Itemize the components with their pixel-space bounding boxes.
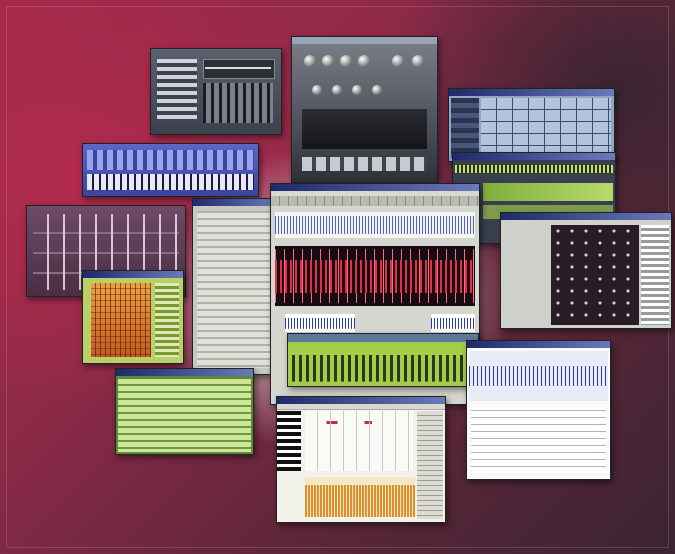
step-grid <box>91 283 151 357</box>
note-grid <box>305 411 413 471</box>
pattern-grid-window[interactable] <box>448 88 615 162</box>
knob-icon[interactable] <box>358 55 370 67</box>
level-bars-window[interactable] <box>287 333 479 387</box>
collage-stage <box>0 0 675 554</box>
title-bar <box>449 89 614 96</box>
title-bar <box>292 37 437 44</box>
waveform-blue-left <box>285 314 355 332</box>
lcd-display <box>302 109 427 149</box>
keyboard-synth-window[interactable] <box>82 143 259 197</box>
settings-panel-window[interactable] <box>192 198 279 375</box>
knob-icon[interactable] <box>392 55 404 67</box>
top-strip <box>288 334 478 342</box>
instrument-list <box>641 225 669 325</box>
waveform-line <box>205 67 271 69</box>
title-bar <box>277 397 445 404</box>
title-bar <box>193 199 278 206</box>
button-row <box>302 157 427 171</box>
file-browser-window[interactable] <box>466 340 611 480</box>
knob-icon[interactable] <box>304 55 316 67</box>
knob-icon[interactable] <box>322 55 334 67</box>
knob-icon[interactable] <box>332 85 342 95</box>
button-column <box>157 59 197 119</box>
track-lane <box>483 183 613 201</box>
piano-keys-icon <box>277 411 301 471</box>
title-bar <box>271 184 479 191</box>
synth-rack-window[interactable] <box>291 36 438 183</box>
settings-rows <box>197 211 274 368</box>
knob-icon[interactable] <box>412 55 424 67</box>
mixer-module-window[interactable] <box>150 48 282 135</box>
level-bars <box>292 344 474 382</box>
menu-bar[interactable] <box>277 404 445 410</box>
waveform-blue-right <box>431 314 475 332</box>
waveform-track-top <box>275 212 475 238</box>
knob-icon[interactable] <box>340 55 352 67</box>
knob-icon[interactable] <box>372 85 382 95</box>
title-bar <box>467 341 610 348</box>
waveform-display <box>469 351 608 401</box>
piano-roll-window[interactable] <box>276 396 446 523</box>
parameter-column <box>155 283 179 357</box>
title-bar <box>116 369 253 376</box>
fader-row <box>203 83 273 123</box>
drum-grid-window[interactable] <box>500 212 672 329</box>
side-panel <box>417 411 443 519</box>
track-lane <box>455 165 613 173</box>
track-name-column <box>451 98 479 158</box>
title-bar <box>83 271 183 278</box>
display-strip <box>203 59 275 79</box>
drum-grid <box>551 225 639 325</box>
control-rows <box>87 150 254 170</box>
track-list-window[interactable] <box>115 368 254 455</box>
step-sequencer-window[interactable] <box>82 270 184 364</box>
waveform-red <box>275 246 475 306</box>
title-bar <box>501 213 671 220</box>
keyboard-icon[interactable] <box>87 174 254 190</box>
knob-icon[interactable] <box>352 85 362 95</box>
knob-icon[interactable] <box>312 85 322 95</box>
file-list <box>471 407 606 473</box>
toolbar[interactable] <box>271 196 479 206</box>
spectrum-bars <box>305 477 415 517</box>
track-rows <box>118 379 251 452</box>
pattern-grid <box>481 98 611 158</box>
title-bar <box>453 153 615 160</box>
